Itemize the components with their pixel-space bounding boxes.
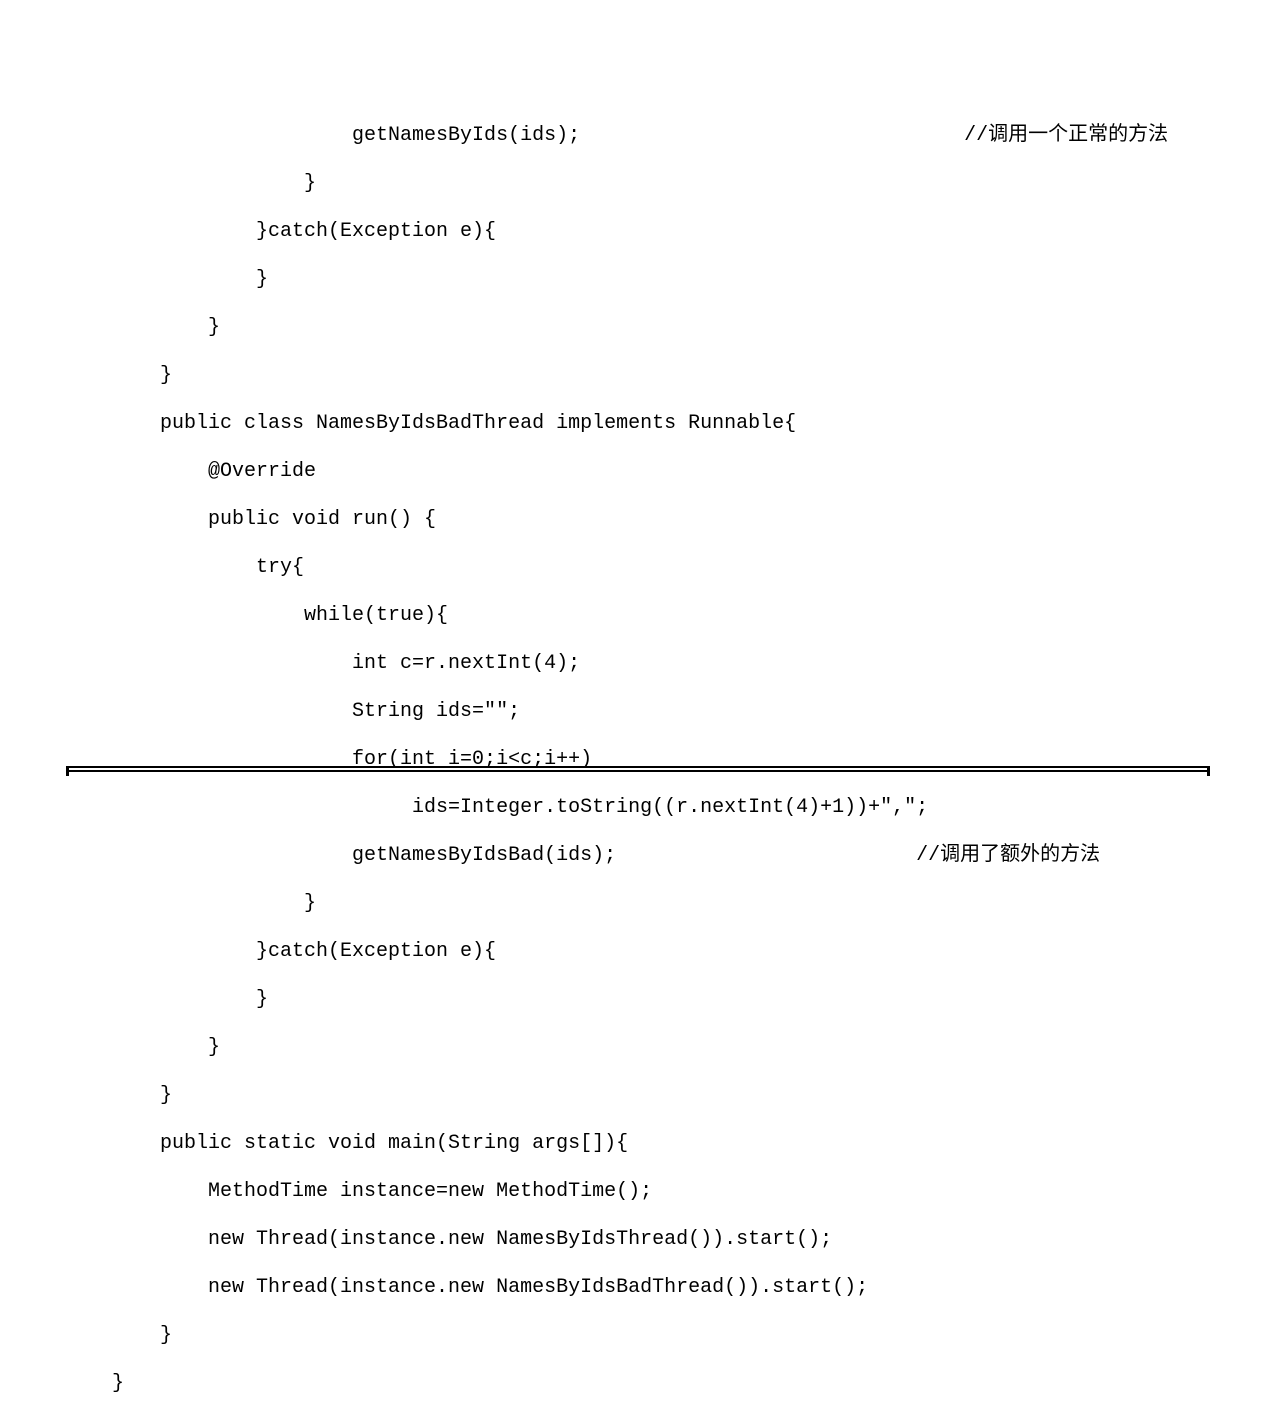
code-line: new Thread(instance.new NamesByIdsBadThr…	[112, 1276, 1276, 1300]
code-line: }	[112, 988, 1276, 1012]
code-line: String ids="";	[112, 700, 1276, 724]
code-line: }	[112, 364, 1276, 388]
code-line: @Override	[112, 460, 1276, 484]
code-line: }	[112, 1324, 1276, 1348]
code-line: }	[112, 1372, 1276, 1396]
horizontal-rule	[66, 766, 1210, 772]
code-line: MethodTime instance=new MethodTime();	[112, 1180, 1276, 1204]
code-line: }	[112, 172, 1276, 196]
code-line: public void run() {	[112, 508, 1276, 532]
code-line: }catch(Exception e){	[112, 940, 1276, 964]
code-line: }	[112, 1036, 1276, 1060]
code-line: while(true){	[112, 604, 1276, 628]
code-line: }	[112, 1084, 1276, 1108]
code-line: new Thread(instance.new NamesByIdsThread…	[112, 1228, 1276, 1252]
code-line: getNamesByIds(ids); //调用一个正常的方法	[112, 124, 1276, 148]
code-line: ids=Integer.toString((r.nextInt(4)+1))+"…	[112, 796, 1276, 820]
code-line: }	[112, 316, 1276, 340]
code-line: }catch(Exception e){	[112, 220, 1276, 244]
code-line: }	[112, 892, 1276, 916]
code-line: public static void main(String args[]){	[112, 1132, 1276, 1156]
code-line: getNamesByIdsBad(ids); //调用了额外的方法	[112, 844, 1276, 868]
code-line: int c=r.nextInt(4);	[112, 652, 1276, 676]
code-line: try{	[112, 556, 1276, 580]
code-line: }	[112, 268, 1276, 292]
code-line: public class NamesByIdsBadThread impleme…	[112, 412, 1276, 436]
code-block: getNamesByIds(ids); //调用一个正常的方法 } }catch…	[0, 0, 1276, 1420]
